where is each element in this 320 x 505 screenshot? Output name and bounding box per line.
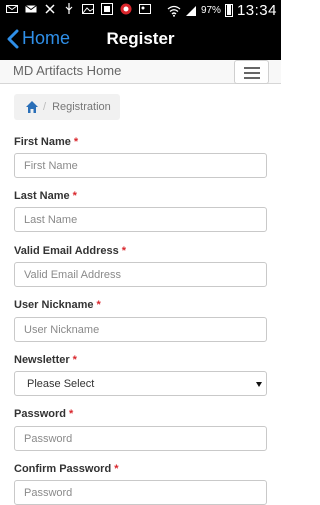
system-indicators: 97% 13:34 xyxy=(167,2,277,19)
email-input[interactable] xyxy=(14,262,267,287)
brand-link[interactable]: MD Artifacts Home xyxy=(13,63,121,78)
first-name-label-text: First Name xyxy=(14,136,71,148)
newsletter-select[interactable]: Please Select xyxy=(14,371,267,396)
email-label: Valid Email Address * xyxy=(14,245,126,257)
nickname-label: User Nickname * xyxy=(14,299,101,311)
required-mark: * xyxy=(114,463,119,475)
password-input[interactable] xyxy=(14,426,267,451)
newsletter-label: Newsletter * xyxy=(14,354,77,366)
required-mark: * xyxy=(96,299,101,311)
required-mark: * xyxy=(73,136,79,148)
close-icon xyxy=(45,4,55,14)
home-icon[interactable] xyxy=(25,100,39,114)
confirm-password-label-text: Confirm Password xyxy=(14,463,112,475)
battery-icon xyxy=(224,4,233,17)
site-header: MD Artifacts Home xyxy=(0,60,281,84)
last-name-label: Last Name * xyxy=(14,190,77,202)
menu-icon-bar xyxy=(244,77,260,79)
nickname-input[interactable] xyxy=(14,317,267,342)
menu-toggle-button[interactable] xyxy=(234,60,269,84)
nickname-label-text: User Nickname xyxy=(14,299,94,311)
wifi-icon xyxy=(167,5,181,17)
menu-icon-bar xyxy=(244,67,260,69)
usb-icon xyxy=(65,3,73,14)
email-label-text: Valid Email Address xyxy=(14,245,119,257)
app-badge-icon xyxy=(120,3,132,15)
required-mark: * xyxy=(72,354,77,366)
required-mark: * xyxy=(72,190,77,202)
status-bar: 97% 13:34 xyxy=(0,0,281,20)
breadcrumb-separator: / xyxy=(43,101,47,113)
page-title: Register xyxy=(106,29,175,48)
required-mark: * xyxy=(68,408,74,420)
password-label: Password * xyxy=(14,408,73,420)
first-name-input[interactable] xyxy=(14,153,267,178)
breadcrumb: / Registration xyxy=(14,94,120,120)
photo-icon xyxy=(139,4,151,14)
navigation-bar: Home Register xyxy=(0,20,281,60)
caret-down-icon xyxy=(256,382,262,387)
required-mark: * xyxy=(121,245,127,257)
envelope-icon xyxy=(25,5,37,13)
last-name-input[interactable] xyxy=(14,207,267,232)
confirm-password-label: Confirm Password * xyxy=(14,463,118,475)
first-name-label: First Name * xyxy=(14,136,78,148)
newsletter-selected-value: Please Select xyxy=(27,378,95,390)
clock: 13:34 xyxy=(236,2,277,19)
confirm-password-input[interactable] xyxy=(14,480,267,505)
mail-icon xyxy=(6,5,18,13)
notification-icons xyxy=(6,3,151,15)
breadcrumb-current: Registration xyxy=(52,101,111,113)
last-name-label-text: Last Name xyxy=(14,190,70,202)
screenshot-icon xyxy=(101,3,113,15)
newsletter-label-text: Newsletter xyxy=(14,354,70,366)
menu-icon-bar xyxy=(244,72,260,74)
image-icon xyxy=(82,4,94,14)
signal-icon xyxy=(185,5,196,16)
battery-percent: 97% xyxy=(200,5,221,16)
password-label-text: Password xyxy=(14,408,66,420)
